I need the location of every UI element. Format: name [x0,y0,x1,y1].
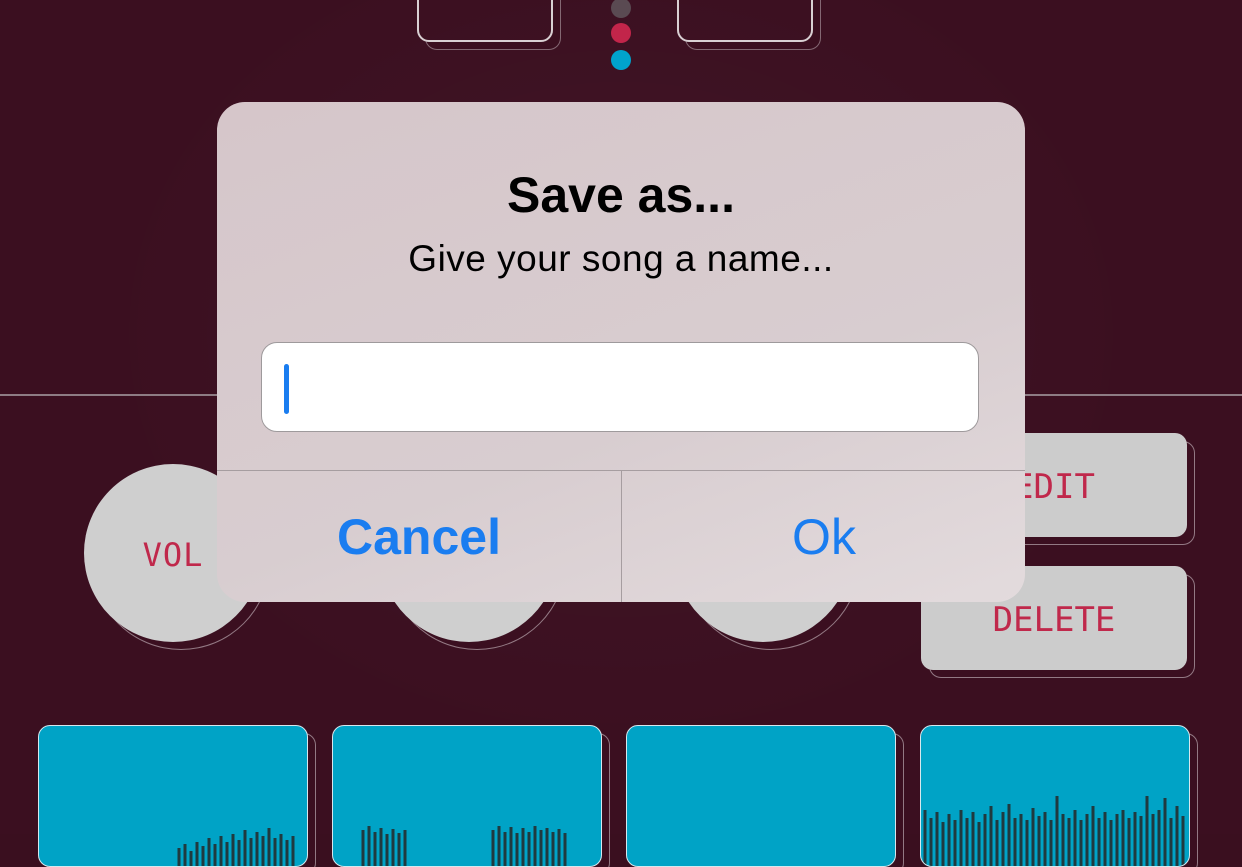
cancel-button[interactable]: Cancel [217,471,621,602]
ok-button[interactable]: Ok [622,471,1025,602]
song-name-input[interactable] [261,342,979,432]
save-as-dialog: Save as... Give your song a name... Canc… [217,102,1025,602]
dialog-message: Give your song a name... [408,238,834,279]
dialog-title: Save as... [507,167,735,223]
text-caret [284,364,289,414]
